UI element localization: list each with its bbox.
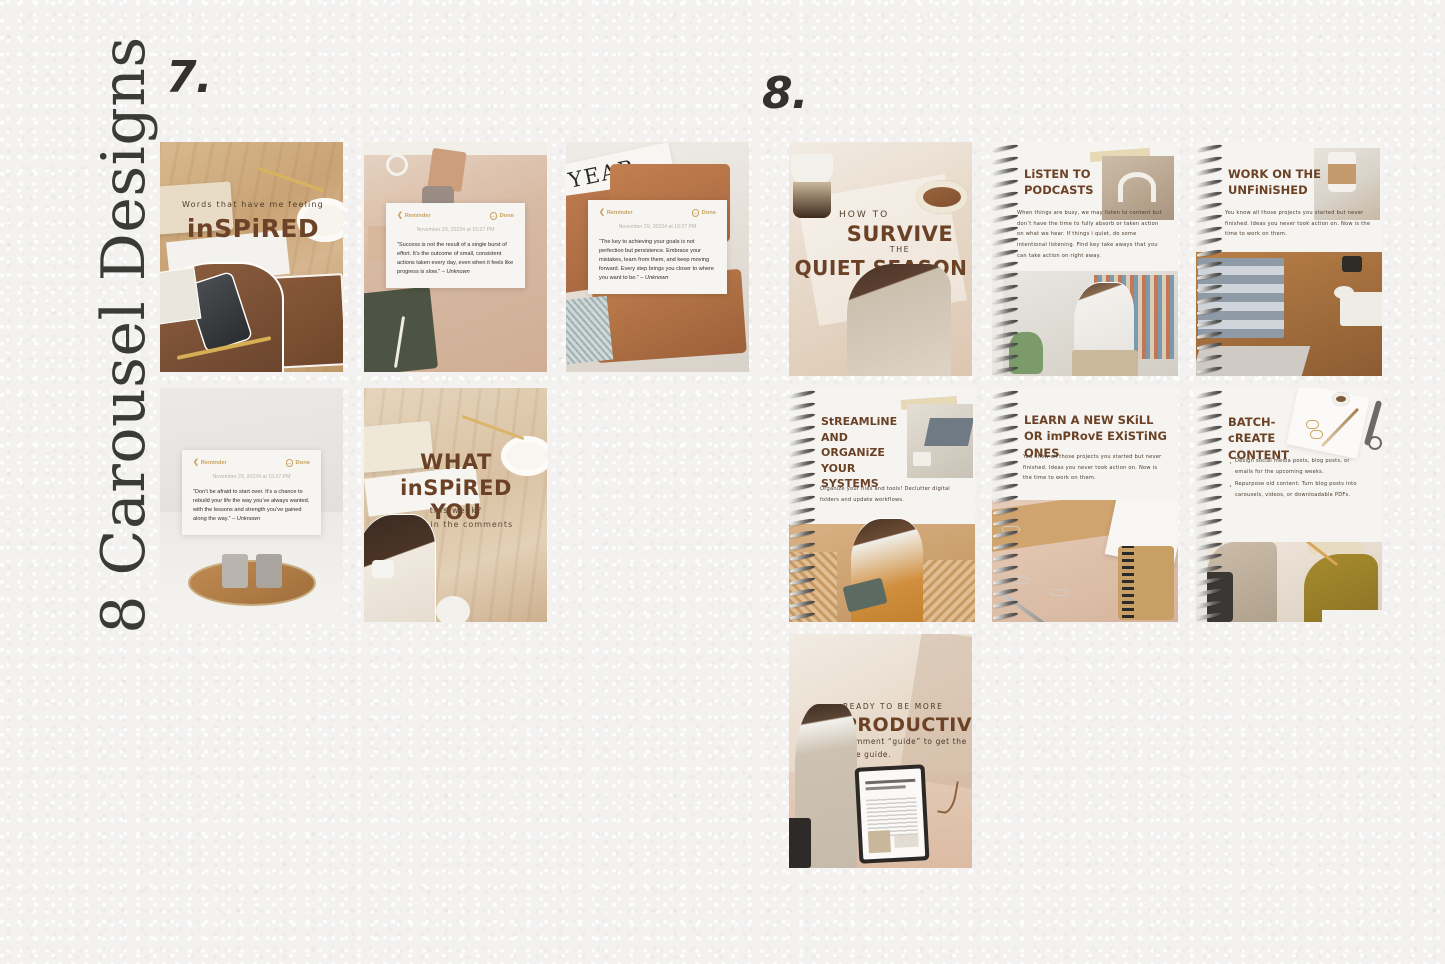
slide-8-1-eyebrow: HOW TO <box>839 210 890 220</box>
slide-8-1[interactable]: HOW TO SURVIVE THE QUIET SEASON <box>789 142 972 376</box>
prop-mug-2 <box>256 554 282 588</box>
prop-candle <box>916 180 968 214</box>
page-side-title: 8 Carousel Designs <box>89 36 159 634</box>
spiral-binding <box>992 143 1018 375</box>
slide-7-4[interactable]: ❮ Reminder — Done November 29, 20234 at … <box>160 388 343 622</box>
prop-cup <box>372 560 394 578</box>
minus-circle-icon: — <box>489 212 497 220</box>
group-number-8: 8. <box>762 68 808 119</box>
reminder-back-label: Reminder <box>404 212 431 219</box>
slide-8-2-title: LiSTEN TO PODCASTS <box>1024 167 1094 198</box>
reminder-done-label: Done <box>701 209 717 216</box>
slide-8-5[interactable]: LEARN A NEW SKiLL OR imPRovE EXiSTiNG ON… <box>992 388 1178 622</box>
slide-8-4[interactable]: StREAMLiNE AND ORGANiZE YOUR SYSTEMS Org… <box>789 388 975 622</box>
spiral-binding <box>1196 143 1222 375</box>
reminder-done-button[interactable]: — Done <box>285 459 311 467</box>
reminder-date: November 29, 20234 at 15:27 PM <box>212 473 291 480</box>
spiral-binding <box>789 389 815 621</box>
photo-desk <box>907 404 973 478</box>
slide-8-6-bullets: Design social media posts, blog posts, o… <box>1229 455 1365 503</box>
slide-7-5-headline-line1: WHAT <box>420 450 492 474</box>
reminder-card[interactable]: ❮ Reminder — Done November 29, 20234 at … <box>588 200 727 294</box>
slide-8-7[interactable]: READY TO BE MORE PRODUCTIVE? Comment “gu… <box>789 634 972 868</box>
reminder-header: ❮ Reminder — Done <box>397 212 514 220</box>
photo-desk <box>1196 252 1382 376</box>
slide-8-3-body: You know all those projects you started … <box>1225 210 1371 238</box>
slide-8-2-body: When things are busy, we may listen to c… <box>1017 210 1162 259</box>
chevron-left-icon: ❮ <box>397 212 403 220</box>
spiral-binding <box>1196 389 1222 621</box>
reminder-attribution: Unknown <box>446 268 470 275</box>
slide-8-6[interactable]: BATCH-cREATE CONTENT Design social media… <box>1196 388 1382 622</box>
prop-knit <box>566 295 614 365</box>
minus-circle-icon: — <box>691 209 699 217</box>
reminder-quote: “The key to achieving your goals is not … <box>599 238 716 283</box>
reminder-header: ❮ Reminder — Done <box>599 209 716 217</box>
bullet-item: Design social media posts, blog posts, o… <box>1229 455 1365 477</box>
slide-7-3[interactable]: YEAR ❮ Reminder — Done November 29, 2023… <box>566 142 749 372</box>
prop-earbud <box>386 154 408 176</box>
slide-8-4-body: Organize your files and tools! Declutter… <box>820 486 950 503</box>
prop-mug-1 <box>222 554 248 588</box>
reminder-attribution: Unknown <box>645 274 669 281</box>
chevron-left-icon: ❮ <box>599 209 605 217</box>
reminder-done-label: Done <box>499 212 515 219</box>
reminder-back-button[interactable]: ❮ Reminder <box>599 209 633 216</box>
prop-tablet-frame <box>854 764 930 864</box>
slide-8-1-title-line1: SURVIVE <box>846 222 954 246</box>
cutout-woman <box>847 264 951 376</box>
reminder-date: November 29, 20234 at 15:27 PM <box>618 223 697 230</box>
minus-circle-icon: — <box>285 459 293 467</box>
reminder-back-button[interactable]: ❮ Reminder <box>193 459 227 466</box>
reminder-quote: “Don’t be afraid to start over. It’s a c… <box>193 488 310 524</box>
prop-carafe <box>793 182 831 218</box>
slide-8-5-body: You know all those projects you started … <box>1023 454 1162 482</box>
slide-7-2[interactable]: ❮ Reminder — Done November 29, 20234 at … <box>364 142 547 372</box>
reminder-date: November 29, 20234 at 15:27 PM <box>416 226 495 233</box>
reminder-back-button[interactable]: ❮ Reminder <box>397 212 431 219</box>
reminder-back-label: Reminder <box>606 209 633 216</box>
slide-8-7-headline: PRODUCTIVE? <box>843 714 972 736</box>
bullet-item: Repurpose old content: Turn blog posts i… <box>1229 478 1365 500</box>
reminder-attribution: Unknown <box>236 515 261 522</box>
slide-8-4-title: StREAMLiNE AND ORGANiZE YOUR SYSTEMS <box>821 415 898 491</box>
slide-8-3[interactable]: WORK ON THE UNFiNiSHED You know all thos… <box>1196 142 1382 376</box>
reminder-header: ❮ Reminder — Done <box>193 459 310 467</box>
reminder-done-button[interactable]: — Done <box>489 212 515 220</box>
slide-7-1[interactable]: Words that have me feeling inSPiRED <box>160 142 343 372</box>
slide-8-7-sub-line2: free guide. <box>844 750 892 759</box>
chevron-left-icon: ❮ <box>193 459 199 467</box>
prop-folder <box>789 818 811 868</box>
prop-scissor-loop <box>1368 436 1382 450</box>
spiral-binding <box>992 389 1018 621</box>
reminder-done-button[interactable]: — Done <box>691 209 717 217</box>
slide-8-7-sub-line1: Comment “guide” to get the <box>844 737 967 746</box>
prop-laptop <box>1072 350 1138 376</box>
prop-vase <box>436 596 470 622</box>
photo-stationery <box>992 500 1178 622</box>
reminder-quote: “Success is not the result of a single b… <box>397 241 514 277</box>
reminder-card[interactable]: ❮ Reminder — Done November 29, 20234 at … <box>386 203 525 288</box>
prop-sleeve <box>160 267 202 325</box>
slide-7-1-headline: inSPiRED <box>186 214 320 243</box>
slide-7-5[interactable]: WHAT inSPiRED YOU this week? Share in th… <box>364 388 547 622</box>
slide-8-7-eyebrow: READY TO BE MORE <box>843 702 944 711</box>
photo-working <box>1207 542 1382 622</box>
reminder-back-label: Reminder <box>200 459 227 466</box>
reminder-done-label: Done <box>295 459 311 466</box>
prop-tray <box>190 562 314 604</box>
group-number-7: 7. <box>166 52 212 103</box>
slide-7-1-eyebrow: Words that have me feeling <box>182 200 324 209</box>
slide-8-1-title-mid: THE <box>889 245 911 254</box>
slide-8-3-title: WORK ON THE UNFiNiSHED <box>1228 167 1321 198</box>
slide-8-2[interactable]: LiSTEN TO PODCASTS When things are busy,… <box>992 142 1178 376</box>
reminder-card[interactable]: ❮ Reminder — Done November 29, 20234 at … <box>182 450 321 535</box>
prop-thread <box>1332 392 1350 406</box>
